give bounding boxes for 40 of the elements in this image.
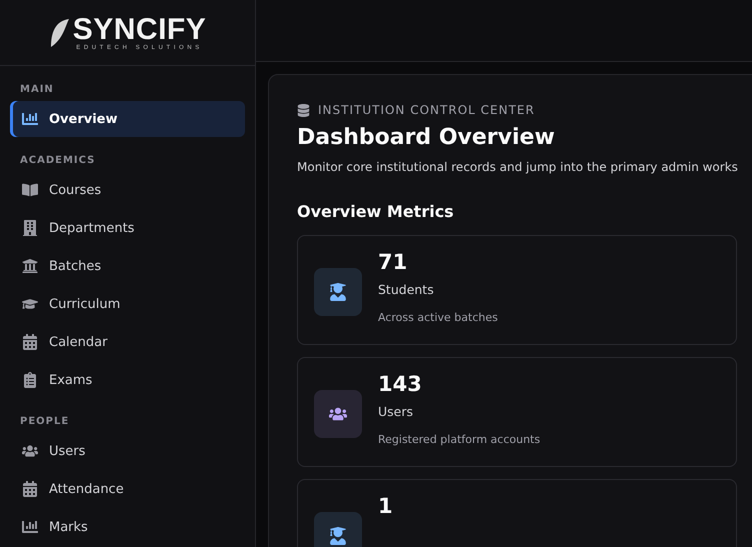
metric-note: Across active batches xyxy=(378,311,498,324)
section-heading: Overview Metrics xyxy=(297,202,455,221)
metric-value: 71 xyxy=(378,250,408,274)
nav-item[interactable]: Courses xyxy=(10,172,245,208)
section-title: MAIN xyxy=(19,83,55,97)
graduation-cap-icon xyxy=(22,296,38,312)
section-title: PEOPLE xyxy=(19,415,70,429)
calendar-icon xyxy=(22,334,38,350)
page-description: Monitor core institutional records and jump into the primary admin works xyxy=(297,160,739,174)
users-icon xyxy=(329,405,347,423)
page-title: Dashboard Overview xyxy=(297,125,556,150)
users-icon xyxy=(22,443,38,459)
chart-icon xyxy=(22,519,38,535)
metric-note: Registered platform accounts xyxy=(378,433,540,446)
brand-name: SYNCIFY xyxy=(72,14,206,44)
chart-icon xyxy=(22,111,38,127)
nav-item[interactable]: Users xyxy=(10,433,245,469)
nav-item[interactable]: Exams xyxy=(10,362,245,398)
metric-label: Users xyxy=(378,404,414,419)
nav-item[interactable]: Batches xyxy=(10,248,245,284)
nav-item[interactable]: Departments xyxy=(10,210,245,246)
eyebrow-label: INSTITUTION CONTROL CENTER xyxy=(318,103,535,117)
nav-item[interactable]: Marks xyxy=(10,509,245,545)
metric-label: Students xyxy=(378,282,435,297)
nav-item[interactable]: Calendar xyxy=(10,324,245,360)
section-title: ACADEMICS xyxy=(19,154,96,168)
nav-item[interactable]: Overview xyxy=(10,101,245,137)
logo-icon xyxy=(48,16,71,48)
database-icon xyxy=(297,104,310,116)
metric-value: 143 xyxy=(378,372,423,396)
building-icon xyxy=(22,220,38,236)
bank-icon xyxy=(22,258,38,274)
student-icon xyxy=(329,283,347,301)
nav-item[interactable]: Attendance xyxy=(10,471,245,507)
nav-item[interactable]: Curriculum xyxy=(10,286,245,322)
clipboard-icon xyxy=(22,372,38,388)
student-icon xyxy=(329,527,347,545)
metric-value: 1 xyxy=(378,494,393,518)
book-icon xyxy=(22,182,38,198)
calendar-icon xyxy=(22,481,38,497)
